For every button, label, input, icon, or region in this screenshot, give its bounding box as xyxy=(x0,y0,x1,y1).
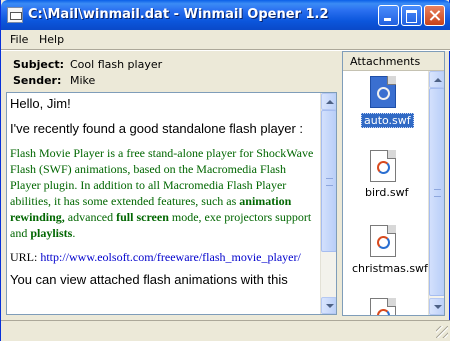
document-icon[interactable] xyxy=(7,7,23,23)
attachment-name: bird.swf xyxy=(365,186,409,199)
subject-label: Subject: xyxy=(13,58,65,71)
scroll-up-button[interactable] xyxy=(429,71,444,88)
maximize-button[interactable] xyxy=(401,5,422,26)
attachments-panel: Attachments auto.swf bird.swf christmas.… xyxy=(342,51,445,316)
url-label: URL: xyxy=(10,250,41,264)
message-content: Hello, Jim! I've recently found a good s… xyxy=(10,96,319,287)
sender-label: Sender: xyxy=(13,74,62,87)
menu-help[interactable]: Help xyxy=(39,33,64,46)
message-intro: I've recently found a good standalone fl… xyxy=(10,121,304,136)
attachments-header-label: Attachments xyxy=(350,55,421,68)
attachments-header[interactable]: Attachments xyxy=(343,52,444,71)
bold-playlists: playlists xyxy=(30,226,73,240)
close-button[interactable] xyxy=(424,5,445,26)
url-link[interactable]: http://www.eolsoft.com/freeware/flash_mo… xyxy=(40,250,300,264)
attachment-name: auto.swf xyxy=(361,113,414,128)
scroll-up-button[interactable] xyxy=(321,93,336,110)
message-greeting: Hello, Jim! xyxy=(10,96,71,111)
subject-value: Cool flash player xyxy=(70,58,163,71)
title-bar[interactable]: C:\Mail\winmail.dat - Winmail Opener 1.2 xyxy=(1,0,450,30)
flash-file-icon xyxy=(370,76,396,108)
scroll-thumb[interactable] xyxy=(321,110,336,252)
message-body[interactable]: Hello, Jim! I've recently found a good s… xyxy=(6,92,337,315)
sender-value: Mike xyxy=(70,74,96,87)
flash-file-icon xyxy=(370,150,396,182)
minimize-button[interactable] xyxy=(378,5,399,26)
scroll-down-button[interactable] xyxy=(429,298,444,315)
window-title: C:\Mail\winmail.dat - Winmail Opener 1.2 xyxy=(28,7,329,22)
status-bar xyxy=(1,320,450,341)
flash-file-icon xyxy=(370,298,396,315)
attachment-name: christmas.swf xyxy=(352,262,428,275)
message-scrollbar[interactable] xyxy=(320,93,336,314)
message-closing: You can view attached flash animations w… xyxy=(10,272,288,287)
attachments-scrollbar[interactable] xyxy=(428,71,444,315)
bold-full-screen: full screen xyxy=(116,210,169,224)
scroll-thumb[interactable] xyxy=(429,88,444,296)
app-window: C:\Mail\winmail.dat - Winmail Opener 1.2… xyxy=(0,0,450,341)
resize-grip-icon[interactable] xyxy=(436,326,448,338)
menu-bar: File Help xyxy=(1,30,450,49)
scroll-down-button[interactable] xyxy=(321,297,336,314)
message-description: Flash Movie Player is a free stand-alone… xyxy=(10,146,314,240)
menu-file[interactable]: File xyxy=(10,33,28,46)
message-url-line: URL: http://www.eolsoft.com/freeware/fla… xyxy=(10,250,319,265)
flash-file-icon xyxy=(370,225,396,257)
